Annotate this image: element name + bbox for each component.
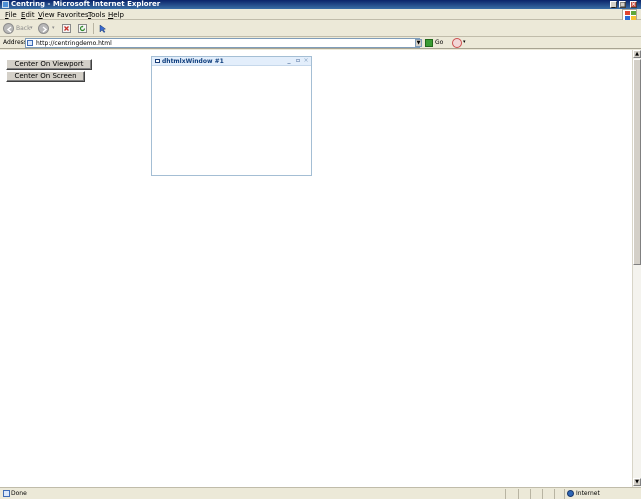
links-icon[interactable] — [452, 38, 462, 48]
scroll-down-icon[interactable]: ▼ — [633, 478, 641, 486]
status-bar: Done Internet — [0, 487, 641, 499]
menu-help[interactable]: Help — [108, 11, 124, 19]
stop-icon[interactable] — [62, 24, 71, 33]
status-text: Done — [11, 490, 27, 497]
ie-icon — [2, 1, 9, 8]
go-arrow-icon[interactable] — [425, 39, 433, 47]
page-viewport: Center On Viewport Center On Screen dhtm… — [0, 50, 632, 487]
scroll-thumb[interactable] — [633, 59, 641, 265]
dhtmlx-window[interactable]: dhtmlxWindow #1 _ ▫ × — [151, 56, 312, 176]
minimize-icon[interactable]: _ — [286, 58, 292, 64]
title-bar: Centring - Microsoft Internet Explorer _… — [0, 0, 641, 9]
page-done-icon — [3, 490, 10, 497]
center-on-viewport-button[interactable]: Center On Viewport — [6, 59, 92, 70]
menu-view[interactable]: View — [38, 11, 55, 19]
cursor-icon[interactable] — [98, 24, 107, 33]
toolbar-separator — [93, 23, 94, 34]
close-icon[interactable]: × — [303, 58, 309, 64]
address-input[interactable]: http://centringdemo.html — [25, 38, 420, 48]
status-pane — [542, 489, 543, 499]
address-dropdown-icon[interactable]: ▼ — [415, 39, 422, 47]
menu-tools[interactable]: Tools — [88, 11, 105, 19]
minimize-button[interactable]: _ — [610, 1, 617, 8]
status-pane — [564, 489, 565, 499]
forward-icon[interactable] — [38, 23, 49, 34]
back-label[interactable]: Back — [16, 25, 31, 32]
back-icon[interactable] — [3, 23, 14, 34]
menu-file[interactable]: File — [5, 11, 17, 19]
window-title: Centring - Microsoft Internet Explorer — [11, 0, 161, 8]
links-dropdown-icon[interactable]: ▾ — [463, 39, 466, 45]
security-zone-label: Internet — [576, 490, 600, 497]
address-url[interactable]: http://centringdemo.html — [36, 40, 112, 47]
status-pane — [518, 489, 519, 499]
refresh-icon[interactable] — [78, 24, 87, 33]
center-on-screen-button[interactable]: Center On Screen — [6, 71, 85, 82]
status-pane — [554, 489, 555, 499]
back-dropdown-icon[interactable]: ▾ — [30, 25, 33, 31]
status-pane — [530, 489, 531, 499]
forward-dropdown-icon[interactable]: ▾ — [52, 25, 55, 31]
menu-edit[interactable]: Edit — [21, 11, 35, 19]
address-bar: Address http://centringdemo.html ▼ Go ▾ — [0, 37, 641, 49]
dhtmlx-window-title: dhtmlxWindow #1 — [162, 58, 224, 65]
go-button[interactable]: Go — [435, 39, 443, 46]
vertical-scrollbar[interactable]: ▲ ▼ — [632, 50, 641, 487]
address-label: Address — [3, 39, 27, 46]
menu-favorites[interactable]: Favorites — [57, 11, 89, 19]
close-button[interactable]: × — [630, 1, 637, 8]
scroll-up-icon[interactable]: ▲ — [633, 50, 641, 58]
window-icon — [155, 59, 160, 63]
status-pane — [505, 489, 506, 499]
dhtmlx-window-header[interactable]: dhtmlxWindow #1 _ ▫ × — [152, 57, 311, 66]
page-icon — [27, 40, 33, 46]
menu-bar: File Edit View Favorites Tools Help — [0, 9, 641, 20]
toolbar: Back ▾ ▾ — [0, 20, 641, 37]
maximize-button[interactable]: □ — [619, 1, 626, 8]
internet-zone-icon — [567, 490, 574, 497]
maximize-icon[interactable]: ▫ — [295, 58, 301, 64]
